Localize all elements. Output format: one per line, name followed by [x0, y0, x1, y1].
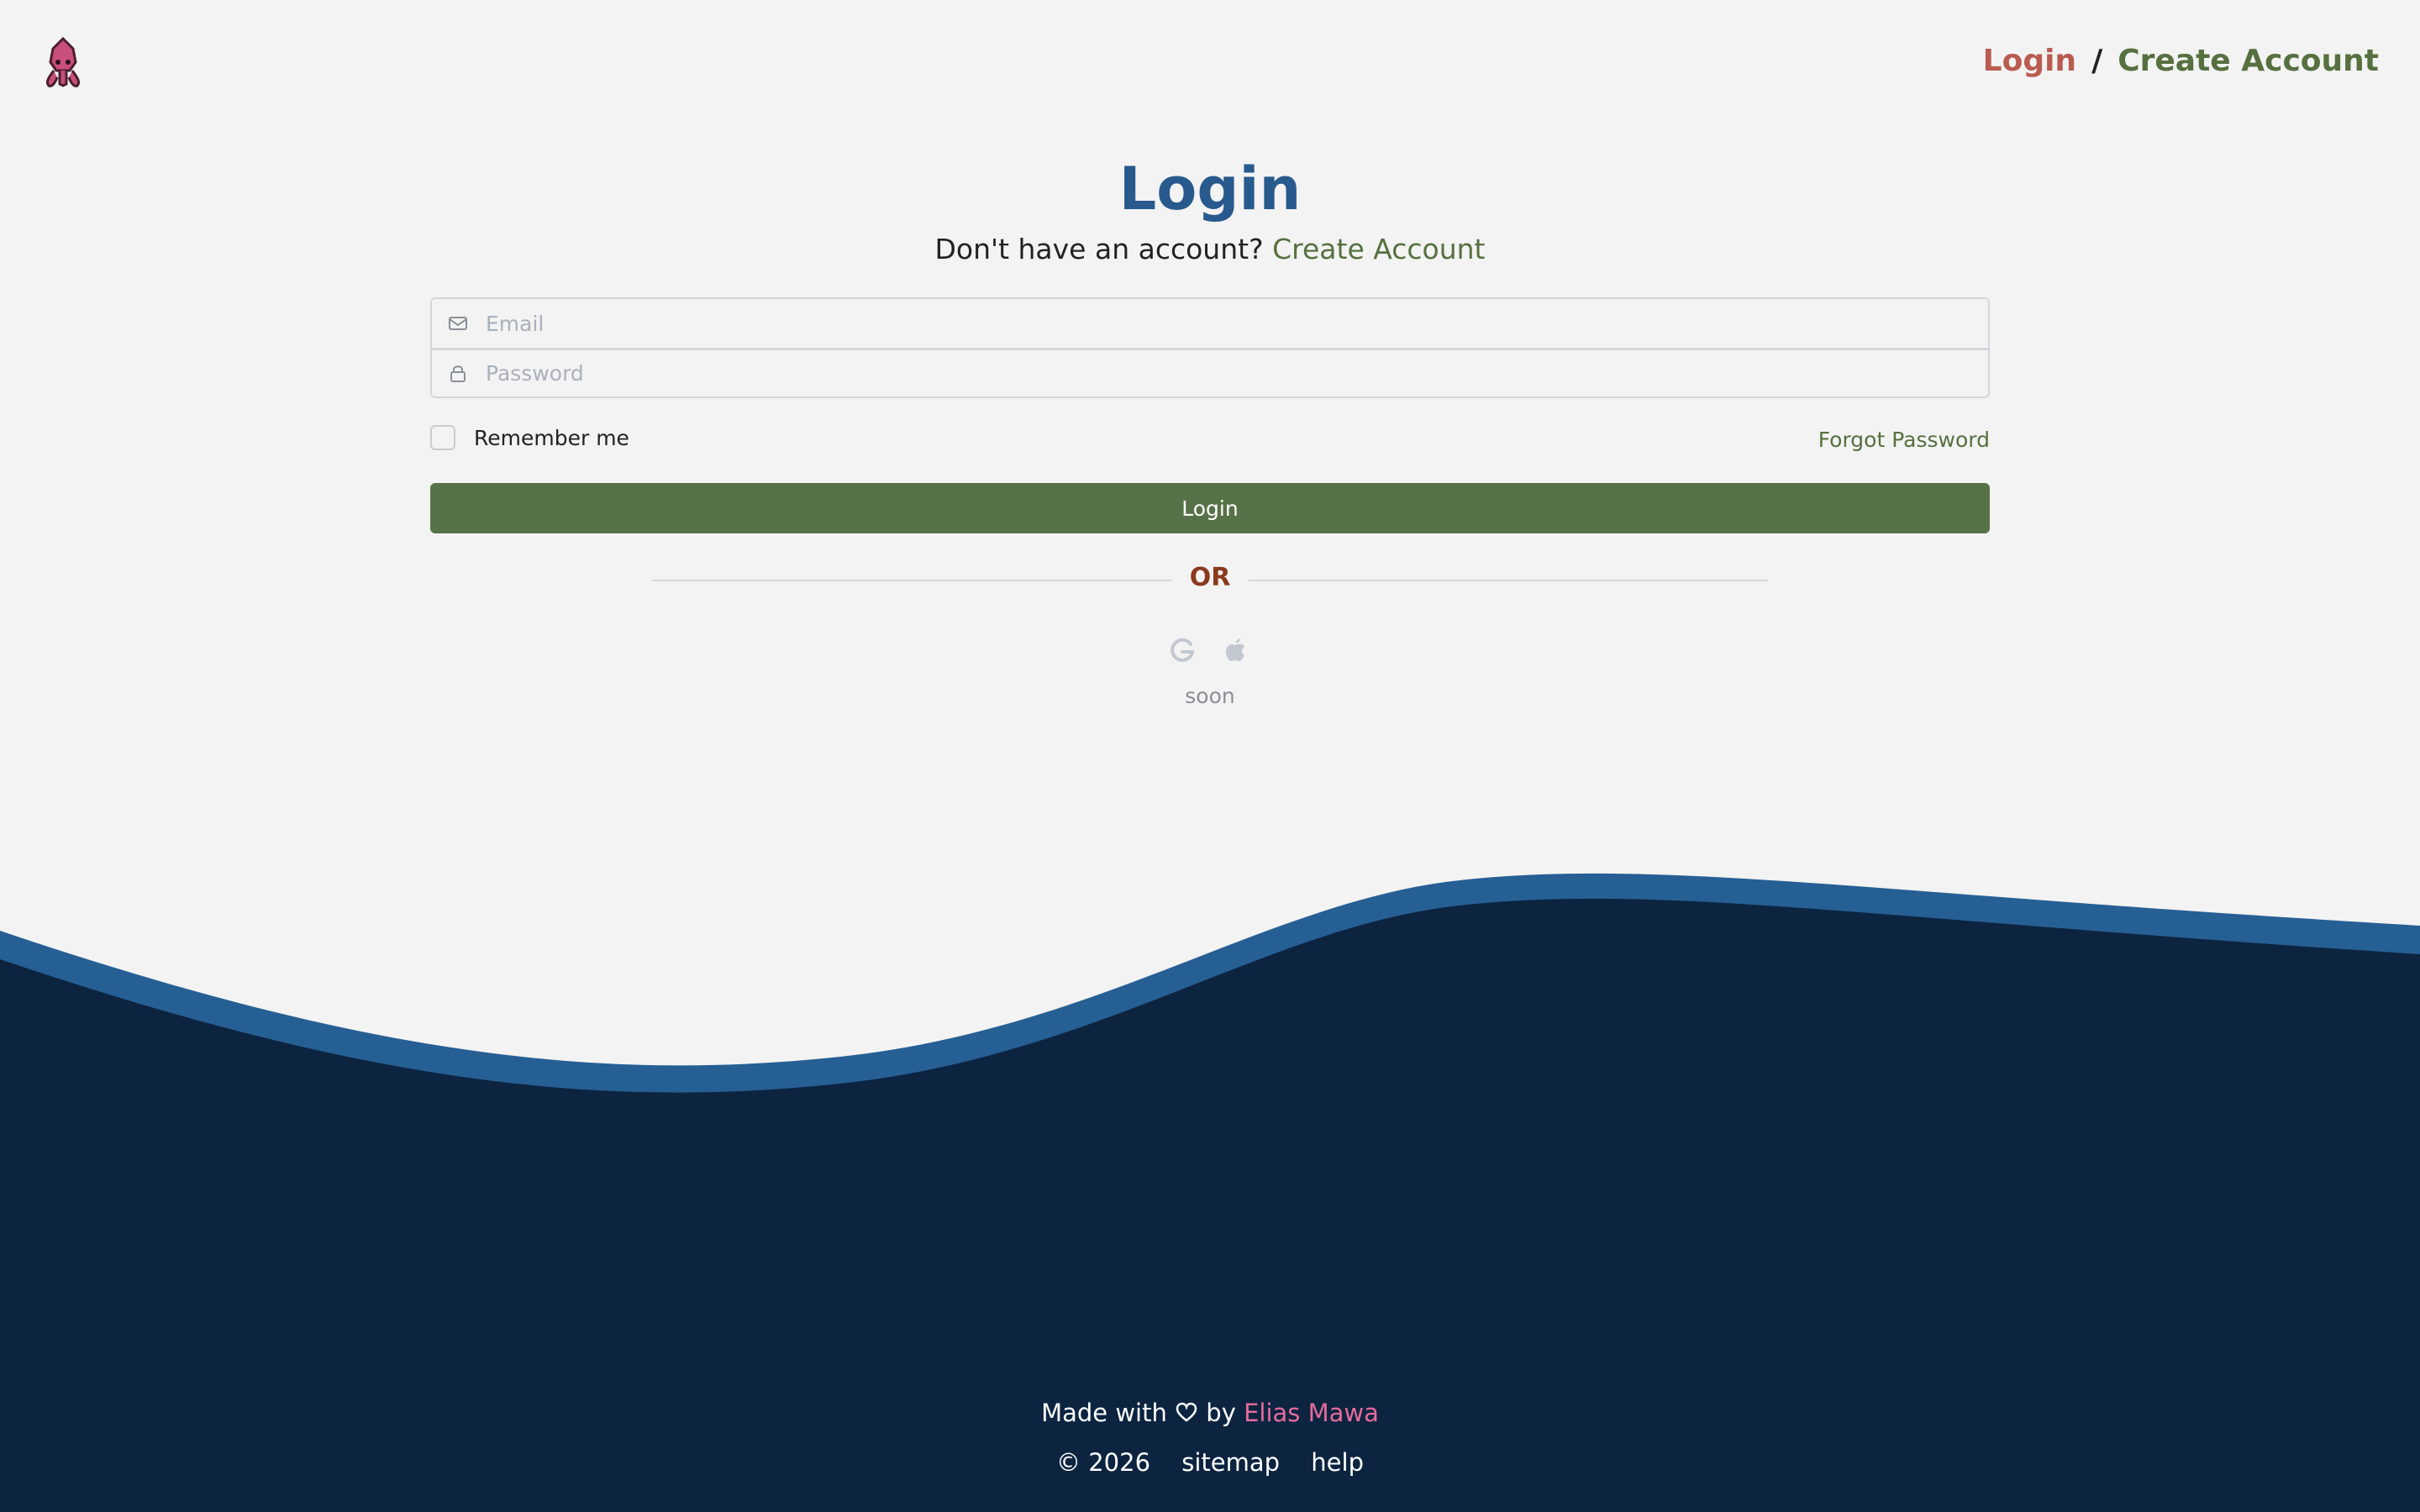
signup-prompt-text: Don't have an account? — [934, 233, 1264, 265]
login-button[interactable]: Login — [430, 483, 1990, 533]
squid-logo-icon[interactable] — [42, 37, 84, 89]
footer-credit: Made with by Elias Mawa — [0, 1399, 2420, 1427]
password-row — [432, 348, 1988, 396]
or-divider: OR — [1189, 563, 1231, 592]
signup-prompt: Don't have an account? Create Account — [0, 230, 2420, 269]
lock-icon — [450, 365, 466, 382]
email-field[interactable] — [486, 302, 1988, 344]
copyright-text: © 2026 — [1056, 1448, 1151, 1477]
nav-separator: / — [2091, 44, 2103, 78]
remember-me-checkbox[interactable] — [430, 425, 455, 450]
heart-icon — [1176, 1402, 1197, 1422]
password-field[interactable] — [486, 352, 1988, 395]
remember-me: Remember me — [430, 425, 629, 450]
footer-links: © 2026 sitemap help — [0, 1448, 2420, 1477]
credentials-group — [430, 297, 1990, 398]
forgot-password-link[interactable]: Forgot Password — [1818, 428, 1990, 452]
page-title: Login — [1118, 155, 1302, 223]
footer-wave — [0, 873, 2420, 1512]
by-text: by — [1206, 1399, 1236, 1427]
apple-icon[interactable] — [1222, 636, 1250, 664]
mail-icon — [449, 317, 467, 330]
google-icon[interactable] — [1168, 636, 1197, 664]
author-link[interactable]: Elias Mawa — [1244, 1399, 1379, 1427]
help-link[interactable]: help — [1311, 1448, 1364, 1477]
social-soon-note: soon — [1185, 684, 1235, 708]
remember-me-label[interactable]: Remember me — [474, 426, 629, 450]
create-account-link[interactable]: Create Account — [1272, 233, 1485, 265]
nav-login-link[interactable]: Login — [1983, 44, 2076, 78]
email-row — [432, 299, 1988, 348]
made-with-text: Made with — [1041, 1399, 1167, 1427]
nav-create-account-link[interactable]: Create Account — [2118, 44, 2379, 78]
sitemap-link[interactable]: sitemap — [1181, 1448, 1280, 1477]
top-nav: Login / Create Account — [1983, 44, 2379, 78]
social-login — [1168, 636, 1250, 664]
